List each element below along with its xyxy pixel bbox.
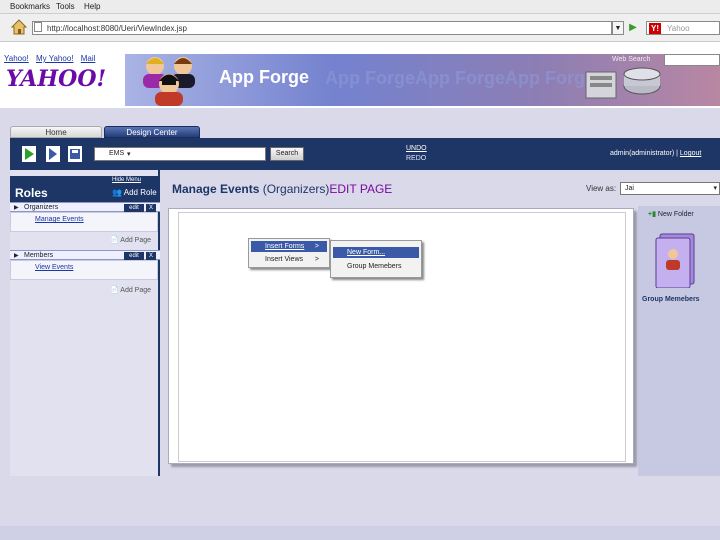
banner-watermark-2: App Forge xyxy=(415,68,505,88)
page-favicon-icon xyxy=(34,22,42,32)
user-info: admin(administrator) | Logout xyxy=(610,150,702,157)
web-search-input[interactable] xyxy=(664,54,720,66)
project-select-value: EMS xyxy=(109,150,125,157)
mail-link[interactable]: Mail xyxy=(81,54,96,63)
user-add-icon: 👥 xyxy=(112,188,122,197)
debug-run-icon[interactable] xyxy=(46,146,60,162)
menu-item-new-form[interactable]: New Form... xyxy=(333,247,419,258)
url-bar[interactable]: http://localhost:8080/Ueri/ViewIndex.jsp xyxy=(32,21,612,35)
footer xyxy=(0,476,720,540)
add-page-icon: 📄 xyxy=(110,237,119,244)
new-folder-label: New Folder xyxy=(657,211,694,218)
toolbar: EMS ▾ Search UNDO REDO admin(administrat… xyxy=(10,138,720,170)
go-arrow-icon[interactable]: ▶ xyxy=(626,20,640,36)
web-search-label: Web Search xyxy=(612,56,651,63)
expand-triangle-icon[interactable]: ▶ xyxy=(14,204,19,211)
role-pages-organizers: Manage Events xyxy=(10,212,158,232)
add-page-icon: 📄 xyxy=(110,287,119,294)
add-page-button[interactable]: 📄 Add Page xyxy=(110,236,151,244)
menu-item-label: Insert Forms xyxy=(265,243,305,250)
browser-menubar: Bookmarks Tools Help xyxy=(0,0,720,14)
view-as-value: Jai xyxy=(625,185,634,192)
yahoo-search-icon[interactable]: Y! xyxy=(649,23,661,34)
page-title: Manage Events (Organizers)EDIT PAGE xyxy=(172,182,392,196)
menu-bookmarks[interactable]: Bookmarks xyxy=(10,2,50,11)
role-pages-members: View Events xyxy=(10,260,158,280)
banner-title: App Forge xyxy=(219,67,309,87)
menu-item-insert-forms[interactable]: Insert Forms > xyxy=(251,241,327,252)
yahoo-link[interactable]: Yahoo! xyxy=(4,54,29,63)
roles-header: Hide Menu Roles 👥 Add Role xyxy=(10,176,160,204)
role-bar-members[interactable]: ▶ Members edit X xyxy=(10,250,160,260)
logout-link[interactable]: Logout xyxy=(680,150,701,157)
menu-item-group-members[interactable]: Group Memebers xyxy=(333,261,419,272)
yahoo-links: Yahoo! My Yahoo! Mail xyxy=(4,54,100,63)
role-delete-button[interactable]: X xyxy=(146,252,156,260)
context-menu: Insert Forms > Insert Views > xyxy=(248,238,330,268)
banner-search: Web Search xyxy=(612,54,720,68)
add-page-label: Add Page xyxy=(120,237,152,244)
browser-search-input[interactable]: Y! Yahoo xyxy=(646,21,720,35)
menu-item-insert-views[interactable]: Insert Views > xyxy=(251,254,327,265)
chevron-right-icon: > xyxy=(314,256,319,263)
menu-tools[interactable]: Tools xyxy=(56,2,75,11)
role-name: Members xyxy=(24,252,54,259)
banner-watermark-1: App Forge xyxy=(325,68,415,88)
page-link-view-events[interactable]: View Events xyxy=(35,264,73,271)
url-dropdown-icon[interactable]: ▼ xyxy=(612,21,624,35)
search-button[interactable]: Search xyxy=(270,147,304,161)
project-select[interactable]: EMS ▾ xyxy=(94,147,266,161)
folder-icon[interactable] xyxy=(654,230,698,288)
menu-help[interactable]: Help xyxy=(84,2,100,11)
add-page-label: Add Page xyxy=(120,287,152,294)
role-name: Organizers xyxy=(24,204,59,211)
add-role-button[interactable]: 👥 Add Role xyxy=(112,188,157,197)
role-edit-button[interactable]: edit xyxy=(124,204,144,212)
home-icon[interactable] xyxy=(10,18,28,36)
my-yahoo-link[interactable]: My Yahoo! xyxy=(36,54,74,63)
add-page-button[interactable]: 📄 Add Page xyxy=(110,286,151,294)
run-icon[interactable] xyxy=(22,146,36,162)
role-edit-button[interactable]: edit xyxy=(124,252,144,260)
browser-search-placeholder: Yahoo xyxy=(667,24,690,33)
page-link-manage-events[interactable]: Manage Events xyxy=(35,216,84,223)
main-area: Manage Events (Organizers)EDIT PAGE View… xyxy=(162,170,720,476)
menu-item-label: Insert Views xyxy=(265,256,303,263)
expand-triangle-icon[interactable]: ▶ xyxy=(14,252,19,259)
undo-link[interactable]: UNDO xyxy=(406,145,427,152)
hide-menu-link[interactable]: Hide Menu xyxy=(112,177,141,183)
browser-navbar: http://localhost:8080/Ueri/ViewIndex.jsp… xyxy=(0,14,720,42)
folders-panel: +▮ New Folder Group Memebers xyxy=(638,206,720,476)
status-bar xyxy=(0,526,720,540)
roles-title: Roles xyxy=(15,186,48,200)
roles-sidebar: Hide Menu Roles 👥 Add Role ▶ Organizers … xyxy=(10,170,160,476)
url-text: http://localhost:8080/Ueri/ViewIndex.jsp xyxy=(47,24,187,33)
role-bar-organizers[interactable]: ▶ Organizers edit X xyxy=(10,202,160,212)
folder-label: Group Memebers xyxy=(642,296,700,303)
save-icon[interactable] xyxy=(68,146,82,162)
add-role-label: Add Role xyxy=(123,188,157,197)
tab-design-center[interactable]: Design Center xyxy=(104,126,200,138)
new-folder-icon: +▮ xyxy=(648,211,656,218)
tab-home[interactable]: Home xyxy=(10,126,102,138)
view-as-label: View as: xyxy=(586,184,617,193)
chevron-down-icon: ▾ xyxy=(127,151,131,158)
chevron-down-icon: ▾ xyxy=(713,185,717,192)
chevron-right-icon: > xyxy=(314,243,319,250)
new-folder-button[interactable]: +▮ New Folder xyxy=(648,210,694,218)
page-title-mode: EDIT PAGE xyxy=(329,182,393,196)
yahoo-logo[interactable]: YAHOO! xyxy=(6,66,106,92)
redo-link[interactable]: REDO xyxy=(406,155,426,162)
view-as-select[interactable]: Jai ▾ xyxy=(620,182,720,195)
users-group-icon xyxy=(143,57,195,106)
role-delete-button[interactable]: X xyxy=(146,204,156,212)
page-title-name: Manage Events xyxy=(172,182,263,196)
admin-label: admin(administrator) xyxy=(610,150,675,157)
context-submenu: New Form... Group Memebers xyxy=(330,240,422,278)
page-title-role: (Organizers) xyxy=(262,182,330,196)
